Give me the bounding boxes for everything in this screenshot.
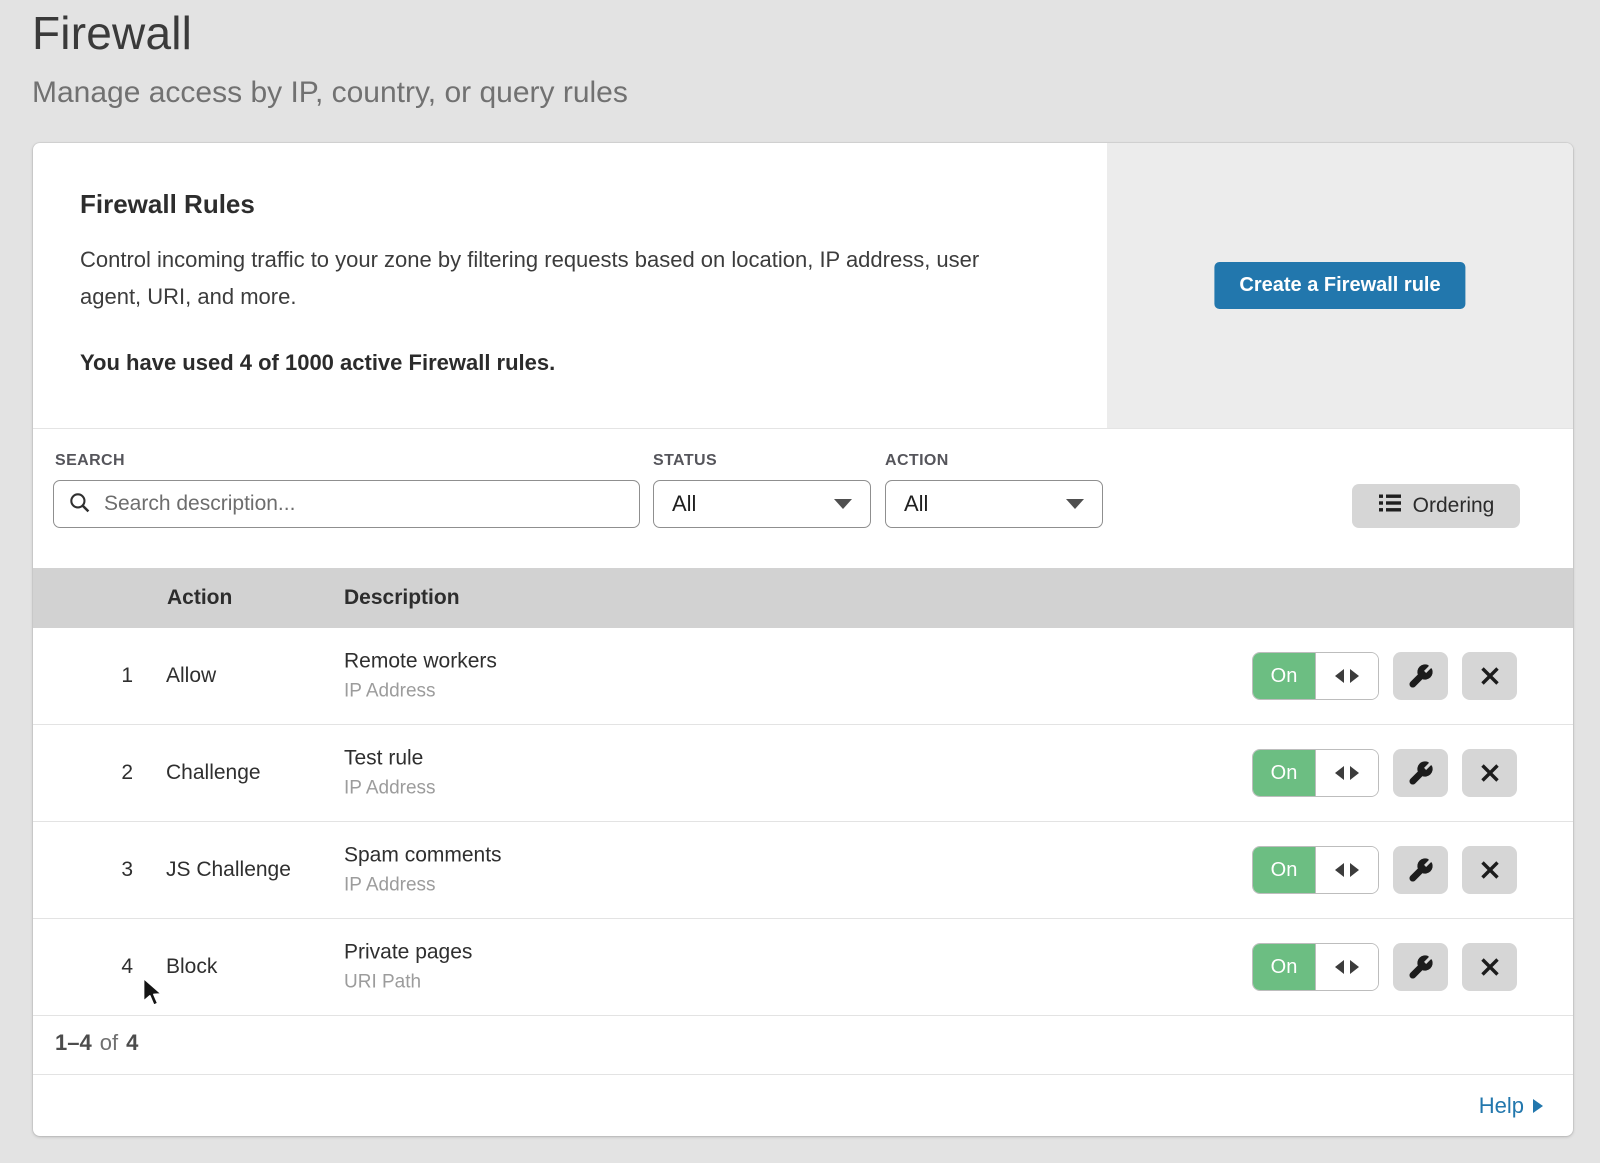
search-input[interactable]: [53, 480, 640, 528]
rule-priority: 4: [107, 919, 133, 1015]
page-title: Firewall: [32, 6, 192, 60]
page-subtitle: Manage access by IP, country, or query r…: [32, 76, 628, 110]
rule-match-field: IP Address: [344, 681, 497, 703]
toggle-on-label: On: [1253, 653, 1315, 699]
rule-action: JS Challenge: [166, 858, 291, 882]
rule-description: Remote workers IP Address: [344, 650, 497, 703]
status-label: STATUS: [653, 452, 717, 470]
create-firewall-rule-button[interactable]: Create a Firewall rule: [1214, 262, 1465, 309]
rule-description: Spam comments IP Address: [344, 844, 502, 897]
ordering-button[interactable]: Ordering: [1352, 484, 1520, 528]
firewall-rules-intro: Firewall Rules Control incoming traffic …: [33, 143, 1573, 429]
action-selected-value: All: [904, 491, 928, 517]
search-label: SEARCH: [55, 452, 125, 470]
action-select[interactable]: All: [885, 480, 1103, 528]
rule-match-field: URI Path: [344, 972, 472, 994]
action-label: ACTION: [885, 452, 949, 470]
wrench-icon: [1407, 857, 1434, 884]
rule-match-field: IP Address: [344, 778, 436, 800]
rule-description-title: Spam comments: [344, 844, 502, 868]
help-link[interactable]: Help: [1479, 1093, 1543, 1119]
status-selected-value: All: [672, 491, 696, 517]
pagination: 1–4 of 4: [33, 1012, 1573, 1075]
delete-rule-button[interactable]: [1462, 846, 1517, 894]
triangle-right-icon: [1350, 766, 1359, 780]
table-row: 1 Allow Remote workers IP Address On: [33, 628, 1573, 725]
filters-bar: SEARCH STATUS All ACTION All: [33, 428, 1573, 568]
toggle-on-label: On: [1253, 944, 1315, 990]
help-bar: Help: [33, 1075, 1573, 1136]
edit-rule-button[interactable]: [1393, 846, 1448, 894]
ordered-list-icon: [1378, 492, 1402, 520]
toggle-handle[interactable]: [1315, 944, 1378, 990]
edit-rule-button[interactable]: [1393, 749, 1448, 797]
firewall-rules-heading: Firewall Rules: [80, 189, 255, 220]
wrench-icon: [1407, 760, 1434, 787]
rule-enabled-toggle[interactable]: On: [1252, 846, 1379, 894]
help-link-label: Help: [1479, 1093, 1524, 1119]
pagination-range: 1–4: [55, 1030, 92, 1056]
x-icon: [1478, 761, 1502, 785]
create-rule-panel: Create a Firewall rule: [1107, 143, 1573, 428]
firewall-page: Firewall Manage access by IP, country, o…: [0, 0, 1600, 1163]
wrench-icon: [1407, 663, 1434, 690]
delete-rule-button[interactable]: [1462, 652, 1517, 700]
table-row: 3 JS Challenge Spam comments IP Address …: [33, 822, 1573, 919]
delete-rule-button[interactable]: [1462, 943, 1517, 991]
pagination-total: 4: [126, 1030, 138, 1056]
search-field-wrap: [53, 480, 640, 528]
rule-action: Challenge: [166, 761, 261, 785]
firewall-rules-card: Firewall Rules Control incoming traffic …: [33, 143, 1573, 1136]
rule-description-title: Remote workers: [344, 650, 497, 674]
rule-action: Block: [166, 955, 217, 979]
rule-enabled-toggle[interactable]: On: [1252, 943, 1379, 991]
rule-enabled-toggle[interactable]: On: [1252, 652, 1379, 700]
rule-description: Private pages URI Path: [344, 941, 472, 994]
chevron-down-icon: [834, 499, 852, 509]
triangle-left-icon: [1335, 766, 1344, 780]
chevron-down-icon: [1066, 499, 1084, 509]
triangle-left-icon: [1335, 863, 1344, 877]
table-row: 2 Challenge Test rule IP Address On: [33, 725, 1573, 822]
delete-rule-button[interactable]: [1462, 749, 1517, 797]
edit-rule-button[interactable]: [1393, 943, 1448, 991]
status-select[interactable]: All: [653, 480, 871, 528]
triangle-left-icon: [1335, 960, 1344, 974]
firewall-rules-description: Control incoming traffic to your zone by…: [80, 241, 1030, 315]
column-header-description: Description: [344, 568, 460, 628]
rule-description-title: Private pages: [344, 941, 472, 965]
toggle-on-label: On: [1253, 750, 1315, 796]
caret-right-icon: [1533, 1099, 1543, 1113]
triangle-left-icon: [1335, 669, 1344, 683]
table-row: 4 Block Private pages URI Path On: [33, 919, 1573, 1016]
rule-match-field: IP Address: [344, 875, 502, 897]
toggle-handle[interactable]: [1315, 750, 1378, 796]
toggle-on-label: On: [1253, 847, 1315, 893]
rule-priority: 2: [107, 725, 133, 821]
table-header: Action Description: [33, 568, 1573, 628]
rule-description: Test rule IP Address: [344, 747, 436, 800]
column-header-action: Action: [167, 568, 232, 628]
toggle-handle[interactable]: [1315, 653, 1378, 699]
rules-list: 1 Allow Remote workers IP Address On: [33, 628, 1573, 1016]
firewall-rules-usage-note: You have used 4 of 1000 active Firewall …: [80, 350, 555, 376]
rule-priority: 3: [107, 822, 133, 918]
ordering-button-label: Ordering: [1413, 494, 1495, 518]
x-icon: [1478, 664, 1502, 688]
triangle-right-icon: [1350, 863, 1359, 877]
edit-rule-button[interactable]: [1393, 652, 1448, 700]
triangle-right-icon: [1350, 960, 1359, 974]
rule-priority: 1: [107, 628, 133, 724]
rule-action: Allow: [166, 664, 216, 688]
toggle-handle[interactable]: [1315, 847, 1378, 893]
rule-description-title: Test rule: [344, 747, 436, 771]
rule-enabled-toggle[interactable]: On: [1252, 749, 1379, 797]
wrench-icon: [1407, 954, 1434, 981]
x-icon: [1478, 955, 1502, 979]
triangle-right-icon: [1350, 669, 1359, 683]
x-icon: [1478, 858, 1502, 882]
pagination-of: of: [100, 1030, 118, 1056]
